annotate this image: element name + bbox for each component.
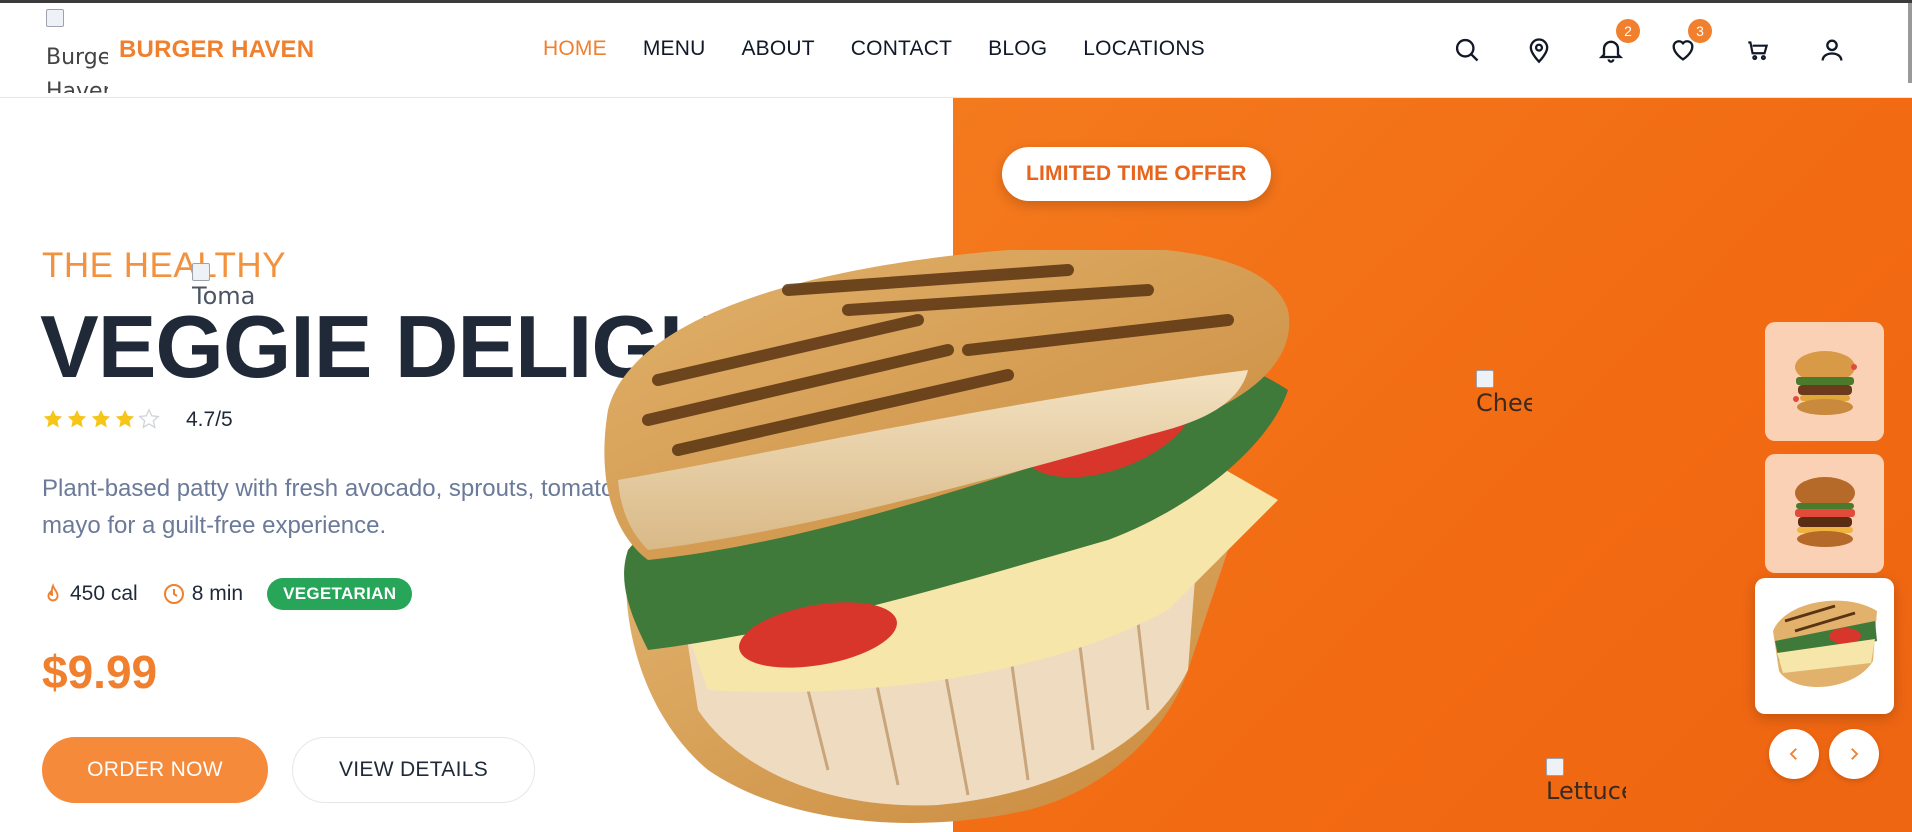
flame-icon [47, 583, 59, 602]
star-empty-icon [138, 408, 160, 429]
price: $9.99 [42, 646, 158, 698]
search-icon[interactable] [1450, 33, 1484, 67]
prep-time-value: 8 min [191, 582, 244, 605]
vegetarian-tag: VEGETARIAN [267, 578, 413, 610]
cheese-image: Cheese [1476, 370, 1532, 426]
tomato-alt-text: Tomato [192, 282, 254, 310]
carousel-thumbnail[interactable] [1765, 322, 1884, 441]
rating-value: 4.7/5 [186, 408, 233, 431]
tomato-image: Tomato [192, 263, 254, 323]
scrollbar-thumb[interactable] [1908, 3, 1912, 83]
burger-thumbnail-image [1792, 350, 1857, 415]
carousel-thumbnail-active[interactable] [1755, 578, 1894, 714]
lettuce-image: Lettuce [1546, 758, 1626, 814]
nav-item-locations[interactable]: LOCATIONS [1083, 37, 1205, 61]
nav-item-blog[interactable]: BLOG [988, 37, 1047, 61]
star-filled-icon [91, 409, 111, 428]
map-pin-icon[interactable] [1522, 33, 1556, 67]
nav-item-menu[interactable]: MENU [643, 37, 706, 61]
meta-row: 450 cal 8 min VEGETARIAN [42, 578, 413, 610]
order-now-button[interactable]: ORDER NOW [42, 737, 268, 803]
view-details-button[interactable]: VIEW DETAILS [292, 737, 535, 803]
carousel-prev-button[interactable] [1769, 729, 1819, 779]
heart-icon[interactable]: 3 [1666, 19, 1712, 67]
chevron-right-icon [1851, 748, 1859, 760]
cart-icon[interactable] [1741, 33, 1775, 67]
rating-stars [42, 408, 160, 430]
chevron-left-icon [1789, 748, 1797, 760]
broken-image-icon [1476, 370, 1494, 388]
lettuce-alt-text: Lettuce [1546, 777, 1626, 805]
broken-image-icon [192, 263, 210, 281]
calories-info: 450 cal [42, 582, 138, 606]
sandwich-image [604, 250, 1290, 823]
star-filled-icon [43, 409, 63, 428]
favorites-count-badge: 3 [1688, 19, 1712, 43]
logo-image[interactable]: Burger Haven [46, 7, 108, 93]
limited-offer-badge: LIMITED TIME OFFER [1002, 147, 1271, 201]
burger-thumbnail-image [1794, 476, 1855, 547]
star-filled-icon [115, 409, 135, 428]
broken-image-icon [46, 9, 64, 27]
cheese-alt-text: Cheese [1476, 389, 1532, 417]
nav-item-home[interactable]: HOME [543, 37, 607, 61]
bell-icon[interactable]: 2 [1594, 19, 1640, 67]
nav-item-contact[interactable]: CONTACT [851, 37, 952, 61]
carousel-next-button[interactable] [1829, 729, 1879, 779]
star-filled-icon [67, 409, 87, 428]
site-header: Burger Haven BURGER HAVEN HOME MENU ABOU… [0, 3, 1912, 98]
nav-item-about[interactable]: ABOUT [741, 37, 814, 61]
brand-name[interactable]: BURGER HAVEN [119, 36, 314, 64]
main-nav: HOME MENU ABOUT CONTACT BLOG LOCATIONS [543, 37, 1241, 61]
calories-value: 450 cal [70, 582, 138, 605]
logo-alt-text: Burger Haven [46, 45, 108, 93]
carousel-thumbnail[interactable] [1765, 454, 1884, 573]
prep-time-info: 8 min [162, 582, 243, 606]
broken-image-icon [1546, 758, 1564, 776]
user-icon[interactable] [1815, 33, 1849, 67]
notification-count-badge: 2 [1616, 19, 1640, 43]
sandwich-thumbnail-image [1772, 600, 1877, 688]
clock-icon [163, 584, 184, 604]
